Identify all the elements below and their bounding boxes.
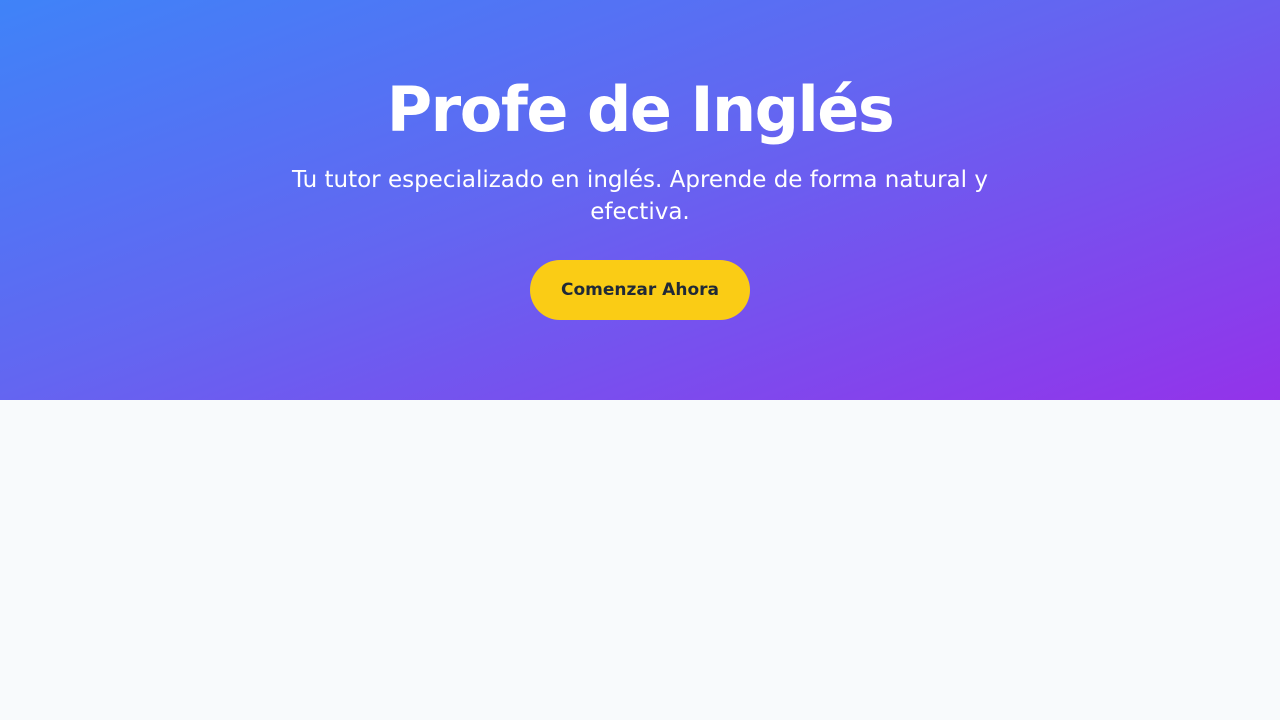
hero-title: Profe de Inglés [386,73,895,146]
hero-section: Profe de Inglés Tu tutor especializado e… [0,0,1280,400]
page-content-area [0,400,1280,720]
start-now-button[interactable]: Comenzar Ahora [530,260,750,320]
hero-subtitle: Tu tutor especializado en inglés. Aprend… [292,167,988,225]
